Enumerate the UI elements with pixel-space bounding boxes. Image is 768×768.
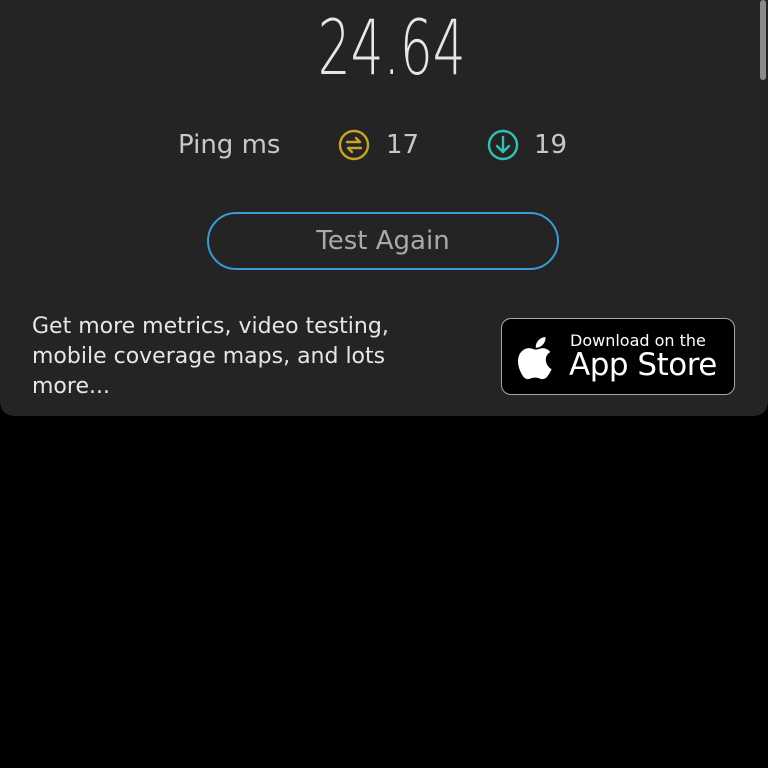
results-card: 24.64 Ping ms 17 19 Test Again Get more … bbox=[0, 0, 768, 416]
test-again-button[interactable]: Test Again bbox=[207, 212, 559, 270]
download-ping-value: 19 bbox=[534, 130, 568, 160]
arrow-down-circle-icon bbox=[487, 129, 519, 161]
apple-logo-icon bbox=[518, 337, 552, 380]
jitter-value: 17 bbox=[386, 130, 420, 160]
scrollbar[interactable] bbox=[758, 0, 768, 416]
speed-value: 24.64 bbox=[317, 3, 466, 92]
scrollbar-thumb[interactable] bbox=[760, 0, 766, 80]
app-store-big-text: App Store bbox=[569, 347, 717, 383]
jitter-arrows-icon bbox=[338, 129, 370, 161]
promo-text: Get more metrics, video testing, mobile … bbox=[32, 314, 389, 399]
app-store-badge-button[interactable]: Download on the App Store bbox=[501, 318, 735, 395]
ping-label: Ping ms bbox=[178, 130, 281, 160]
ping-row: Ping ms 17 19 bbox=[0, 124, 768, 168]
